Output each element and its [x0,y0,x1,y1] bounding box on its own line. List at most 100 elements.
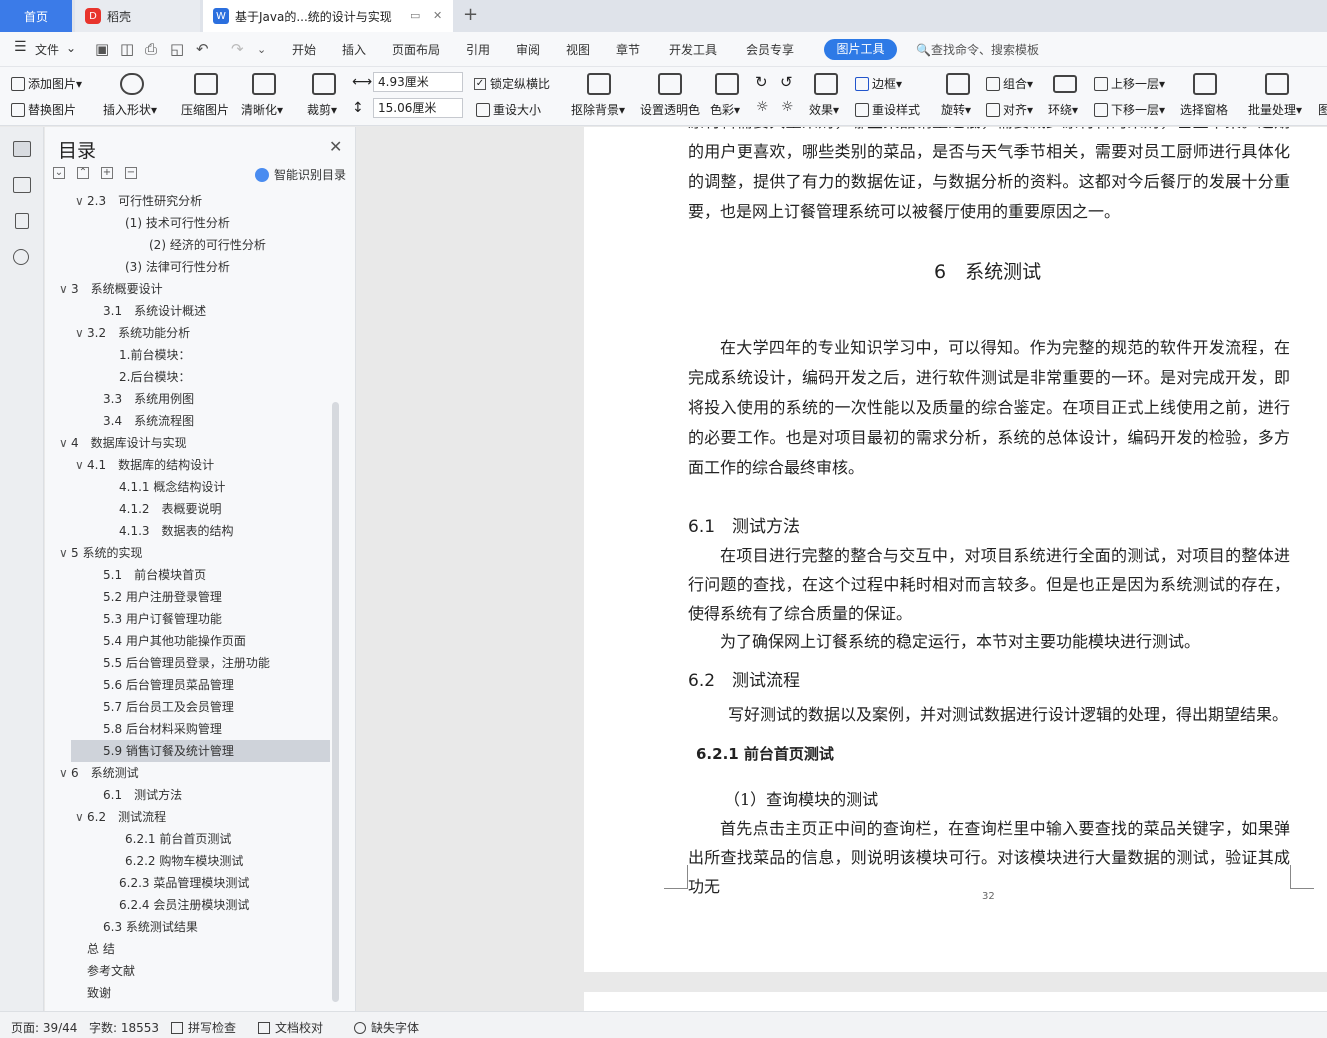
rotate-button[interactable]: 旋转 ▾ [941,101,971,118]
toc-item[interactable]: (1) 技术可行性分析 [45,212,325,234]
toc-item[interactable]: 3.3 系统用例图 [45,388,325,410]
compress-button[interactable]: 压缩图片 [181,101,229,118]
crop-button[interactable]: 裁剪 ▾ [307,101,337,118]
toc-item[interactable]: ∨ 5 系统的实现 [45,542,325,564]
group-button[interactable]: 组合 ▾ [986,75,1033,92]
chevron-down-icon[interactable]: ∨ [75,322,87,344]
add-tab-icon[interactable]: + [463,4,478,25]
toc-item[interactable]: 2.后台模块： [45,366,325,388]
set-transparent-button[interactable]: 设置透明色 [640,101,700,118]
toc-item[interactable]: ∨ 6.2 测试流程 [45,806,325,828]
next-page[interactable] [584,992,1327,1011]
close-tab-icon[interactable]: ✕ [433,9,442,22]
wrap-button[interactable]: 环绕 ▾ [1048,101,1078,118]
insert-shape-button[interactable]: 插入形状 ▾ [103,101,157,118]
command-search[interactable]: 🔍查找命令、搜索模板 [916,41,1039,58]
chevron-down-icon[interactable]: ⌄ [66,41,76,55]
close-icon[interactable]: ✕ [329,137,342,156]
width-input[interactable]: 4.93厘米 [373,72,463,92]
toc-item[interactable]: ∨ 6 系统测试 [45,762,325,784]
effect-button[interactable]: 效果 ▾ [809,101,839,118]
height-input[interactable]: 15.06厘米 [373,98,463,118]
tab-home[interactable]: 首页 [0,0,72,32]
toc-item[interactable]: ∨ 3.2 系统功能分析 [45,322,325,344]
remove-background-button[interactable]: 抠除背景 ▾ [571,101,625,118]
toc-item[interactable]: 4.1.1 概念结构设计 [45,476,325,498]
toc-item[interactable]: 5.1 前台模块首页 [45,564,325,586]
selection-pane-button[interactable]: 选择窗格 [1180,101,1228,118]
smart-toc-button[interactable]: 智能识别目录 [255,166,346,183]
align-button[interactable]: 对齐 ▾ [986,101,1033,118]
toc-panel-icon[interactable] [13,141,31,157]
toc-item[interactable]: 5.7 后台员工及会员管理 [45,696,325,718]
find-icon[interactable] [13,249,29,265]
menu-insert[interactable]: 插入 [342,41,366,58]
chapter-nav-icon[interactable] [13,177,31,193]
toc-item[interactable]: 6.1 测试方法 [45,784,325,806]
toc-item[interactable]: 3.4 系统流程图 [45,410,325,432]
brightness-up-icon[interactable]: ☼ [756,99,769,115]
print-icon[interactable]: ⎙ [145,40,157,58]
toc-item[interactable]: (3) 法律可行性分析 [45,256,325,278]
spell-check-button[interactable]: 拼写检查 [171,1019,236,1036]
rotate-left-icon[interactable]: ↻ [755,73,768,91]
menu-start[interactable]: 开始 [292,41,316,58]
menu-member[interactable]: 会员专享 [746,41,794,58]
page-count[interactable]: 页面: 39/44 [11,1019,77,1036]
chevron-down-icon[interactable]: ∨ [75,806,87,828]
tab-document[interactable]: W 基于Java的...统的设计与实现 ▭ ✕ [203,0,453,32]
chevron-down-icon[interactable]: ∨ [59,432,71,454]
toc-item[interactable]: 5.5 后台管理员登录，注册功能 [45,652,325,674]
bookmark-icon[interactable] [15,213,29,229]
redo-icon[interactable]: ↷ [231,40,244,58]
toc-item[interactable]: 5.2 用户注册登录管理 [45,586,325,608]
reset-size-button[interactable]: 重设大小 [476,101,541,118]
toc-item[interactable]: 5.8 后台材料采购管理 [45,718,325,740]
menu-review[interactable]: 审阅 [516,41,540,58]
toc-item[interactable]: 6.3 系统测试结果 [45,916,325,938]
remove-heading-icon[interactable]: − [125,167,137,179]
toc-item[interactable]: 致谢 [45,982,325,1004]
chevron-down-icon[interactable]: ∨ [59,278,71,300]
missing-font-button[interactable]: 缺失字体 [354,1019,419,1036]
toc-item[interactable]: 总 结 [45,938,325,960]
send-backward-button[interactable]: 下移一层 ▾ [1094,101,1165,118]
replace-image-button[interactable]: 替换图片 [11,101,76,118]
add-heading-icon[interactable]: + [101,167,113,179]
proofread-button[interactable]: 文档校对 [258,1019,323,1036]
menu-section[interactable]: 章节 [616,41,640,58]
save-icon[interactable]: ▣ [95,40,109,58]
menu-references[interactable]: 引用 [466,41,490,58]
chevron-down-icon[interactable]: ∨ [59,762,71,784]
collapse-all-icon[interactable]: ⌄ [53,167,65,179]
more-tools-button[interactable]: 图 [1318,101,1327,118]
toc-item[interactable]: 6.2.4 会员注册模块测试 [45,894,325,916]
bring-forward-button[interactable]: 上移一层 ▾ [1094,75,1165,92]
toc-scrollbar[interactable] [332,402,339,1002]
toc-item[interactable]: 3.1 系统设计概述 [45,300,325,322]
batch-button[interactable]: 批量处理 ▾ [1248,101,1302,118]
lock-ratio-checkbox[interactable]: ✓ 锁定纵横比 [474,75,550,92]
toc-item[interactable]: ∨ 2.3 可行性研究分析 [45,190,325,212]
expand-all-icon[interactable]: ⌃ [77,167,89,179]
toc-item[interactable]: 6.2.2 购物车模块测试 [45,850,325,872]
menu-picture-tools[interactable]: 图片工具 [824,39,897,60]
menu-layout[interactable]: 页面布局 [392,41,440,58]
menu-developer[interactable]: 开发工具 [669,41,717,58]
document-page[interactable]: 原材料需要大量采购，哪些菜品销量过低，需要减少原材料的采购，甚至下架。近期的用户… [584,127,1327,972]
toc-item[interactable]: 4.1.2 表概要说明 [45,498,325,520]
chevron-down-icon[interactable]: ∨ [59,542,71,564]
print-preview-icon[interactable]: ◱ [170,40,184,58]
menu-file[interactable]: 文件 [35,41,59,58]
sharpen-button[interactable]: 清晰化 ▾ [241,101,283,118]
undo-icon[interactable]: ↶ [196,40,209,58]
toc-item[interactable]: 1.前台模块： [45,344,325,366]
toc-item[interactable]: 5.4 用户其他功能操作页面 [45,630,325,652]
border-button[interactable]: 边框 ▾ [855,75,902,92]
color-button[interactable]: 色彩 ▾ [710,101,740,118]
toc-item[interactable]: 6.2.3 菜品管理模块测试 [45,872,325,894]
toc-item[interactable]: ∨ 4.1 数据库的结构设计 [45,454,325,476]
toc-item[interactable]: 参考文献 [45,960,325,982]
add-image-button[interactable]: 添加图片 ▾ [11,75,82,92]
toc-item[interactable]: 5.3 用户订餐管理功能 [45,608,325,630]
